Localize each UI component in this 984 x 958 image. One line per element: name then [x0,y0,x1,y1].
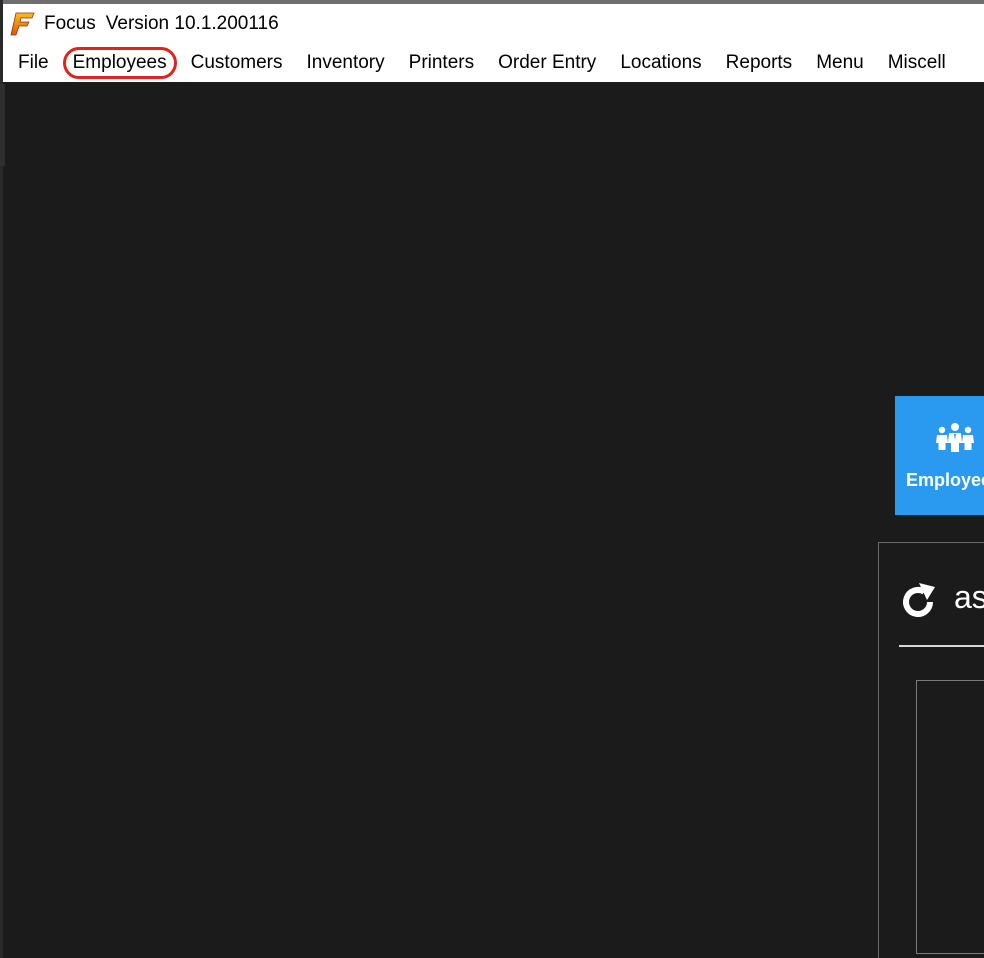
menu-employees[interactable]: Employees [61,44,179,82]
focus-app-window: Focus Version 10.1.200116 File Employees… [0,0,984,958]
panel-divider [899,645,984,647]
menu-locations[interactable]: Locations [608,44,713,82]
menu-miscellaneous[interactable]: Miscell [876,44,958,82]
menu-customers[interactable]: Customers [179,44,295,82]
menu-file[interactable]: File [3,44,61,82]
menu-employees-label: Employees [72,52,167,73]
panel-inner-box [916,680,984,954]
menu-bar: File Employees Customers Inventory Print… [3,44,984,82]
app-version: Version 10.1.200116 [105,13,279,34]
employees-group-icon [935,422,975,459]
menu-reports[interactable]: Reports [714,44,805,82]
menu-inventory[interactable]: Inventory [294,44,396,82]
title-bar: Focus Version 10.1.200116 [3,4,984,44]
employees-tile[interactable]: Employee [895,396,984,515]
app-name: Focus [44,13,96,34]
left-edge-marker [0,84,5,166]
menu-menu[interactable]: Menu [804,44,876,82]
panel-heading-text: as [954,579,984,615]
focus-f-logo-icon [8,9,38,39]
menu-printers[interactable]: Printers [397,44,486,82]
refresh-icon[interactable] [897,581,939,628]
content-panel: as [878,542,984,958]
employees-tile-label: Employee [906,470,984,490]
menu-order-entry[interactable]: Order Entry [486,44,608,82]
